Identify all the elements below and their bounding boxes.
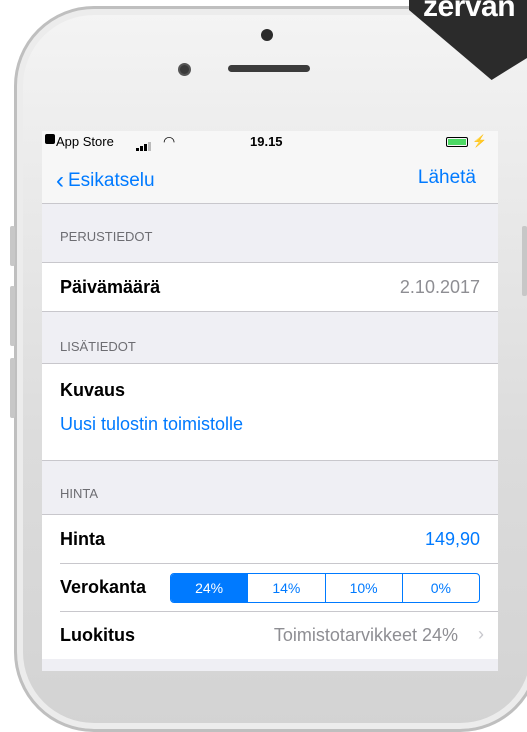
- side-button-power: [522, 226, 527, 296]
- side-button-volume-down: [10, 358, 15, 418]
- send-button[interactable]: Lähetä: [418, 167, 476, 189]
- category-value: Toimistotarvikkeet 24%: [273, 625, 458, 645]
- side-button-volume-up: [10, 286, 15, 346]
- vat-row: Verokanta 24% 14% 10% 0%: [42, 563, 498, 611]
- vat-option-0[interactable]: 0%: [401, 574, 479, 602]
- group-extra: Kuvaus Uusi tulostin toimistolle: [42, 363, 498, 461]
- vat-option-14[interactable]: 14%: [247, 574, 324, 602]
- price-row[interactable]: Hinta 149,90: [42, 515, 498, 563]
- date-value: 2.10.2017: [399, 277, 480, 297]
- back-button-label: Esikatselu: [68, 170, 155, 191]
- vat-option-10[interactable]: 10%: [324, 574, 402, 602]
- back-to-app-icon[interactable]: [45, 134, 55, 144]
- chevron-right-icon: ›: [478, 624, 484, 644]
- earpiece-speaker: [228, 65, 310, 72]
- wifi-icon: ◠: [163, 133, 176, 149]
- side-button-mute: [10, 226, 15, 266]
- category-label: Luokitus: [60, 625, 135, 645]
- section-header-price-label: HINTA: [60, 486, 99, 501]
- description-label: Kuvaus: [60, 380, 126, 400]
- price-label: Hinta: [60, 529, 105, 549]
- status-bar: App Store ◠ 19.15 ⚡: [42, 131, 498, 153]
- section-header-basic: PERUSTIEDOT: [42, 204, 498, 252]
- navigation-bar: ‹ Esikatselu Lähetä: [42, 153, 498, 204]
- section-header-price: HINTA: [42, 461, 498, 509]
- chevron-left-icon: ‹: [56, 167, 64, 194]
- date-label: Päivämäärä: [60, 277, 161, 297]
- category-row[interactable]: Luokitus Toimistotarvikkeet 24% ›: [42, 611, 498, 659]
- vat-option-24[interactable]: 24%: [171, 574, 248, 602]
- price-value: 149,90: [424, 529, 480, 549]
- charging-icon: ⚡: [472, 134, 487, 148]
- vat-segmented-control: 24% 14% 10% 0%: [170, 573, 480, 603]
- phone-screen: App Store ◠ 19.15 ⚡ ‹ Esikatselu Lähetä P…: [42, 131, 498, 671]
- status-time: 19.15: [250, 134, 283, 149]
- front-camera: [178, 63, 191, 76]
- description-value[interactable]: Uusi tulostin toimistolle: [60, 414, 243, 435]
- vat-label: Verokanta: [60, 577, 147, 597]
- date-row[interactable]: Päivämäärä 2.10.2017: [42, 263, 498, 311]
- section-header-basic-label: PERUSTIEDOT: [60, 229, 153, 244]
- group-basic: Päivämäärä 2.10.2017: [42, 262, 498, 312]
- group-price: Hinta 149,90 Verokanta 24% 14% 10% 0% Lu…: [42, 514, 498, 659]
- section-header-extra-label: LISÄTIEDOT: [60, 339, 136, 354]
- signal-icon: [136, 136, 152, 151]
- back-button[interactable]: ‹ Esikatselu: [56, 165, 155, 194]
- status-back-app[interactable]: App Store: [56, 134, 114, 149]
- battery-icon: [446, 137, 468, 147]
- section-header-extra: LISÄTIEDOT: [42, 314, 498, 362]
- proximity-sensor: [261, 29, 273, 41]
- brand-logo-text: zervan: [423, 0, 516, 23]
